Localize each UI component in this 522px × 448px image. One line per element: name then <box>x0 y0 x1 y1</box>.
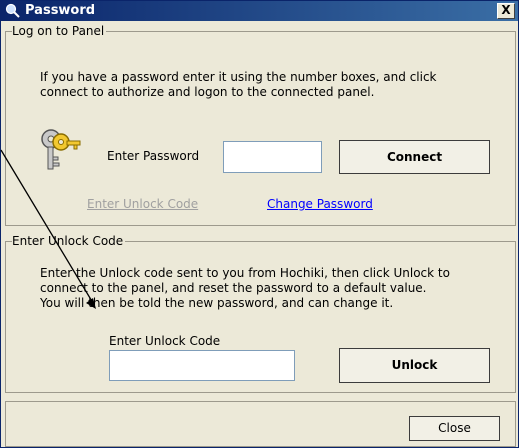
unlock-code-label: Enter Unlock Code <box>109 334 221 348</box>
window-title: Password <box>25 3 96 18</box>
logon-instruction-2: connect to authorize and logon to the co… <box>40 85 375 99</box>
keys-icon <box>41 129 81 170</box>
password-window: Password X Log on to Panel If you have a… <box>0 0 519 448</box>
app-icon <box>5 3 20 18</box>
unlock-code-input[interactable] <box>109 350 295 381</box>
password-label: Enter Password <box>107 149 200 163</box>
unlock-instruction-1: Enter the Unlock code sent to you from H… <box>40 266 450 280</box>
unlock-instruction-3: You will then be told the new password, … <box>40 296 394 310</box>
enter-unlock-code-link[interactable]: Enter Unlock Code <box>87 197 198 212</box>
password-input[interactable] <box>223 141 322 173</box>
logon-group: Log on to Panel <box>5 24 516 226</box>
unlock-button[interactable]: Unlock <box>339 348 490 383</box>
logon-instruction-1: If you have a password enter it using th… <box>40 70 437 84</box>
close-button[interactable]: Close <box>409 416 500 441</box>
title-close-button[interactable]: X <box>497 3 515 19</box>
logon-legend: Log on to Panel <box>12 24 107 38</box>
change-password-link[interactable]: Change Password <box>267 197 373 212</box>
connect-button[interactable]: Connect <box>339 140 490 174</box>
unlock-instruction-2: connect to the panel, and reset the pass… <box>40 281 427 295</box>
title-bar: Password X <box>1 1 518 21</box>
unlock-legend: Enter Unlock Code <box>12 234 126 248</box>
